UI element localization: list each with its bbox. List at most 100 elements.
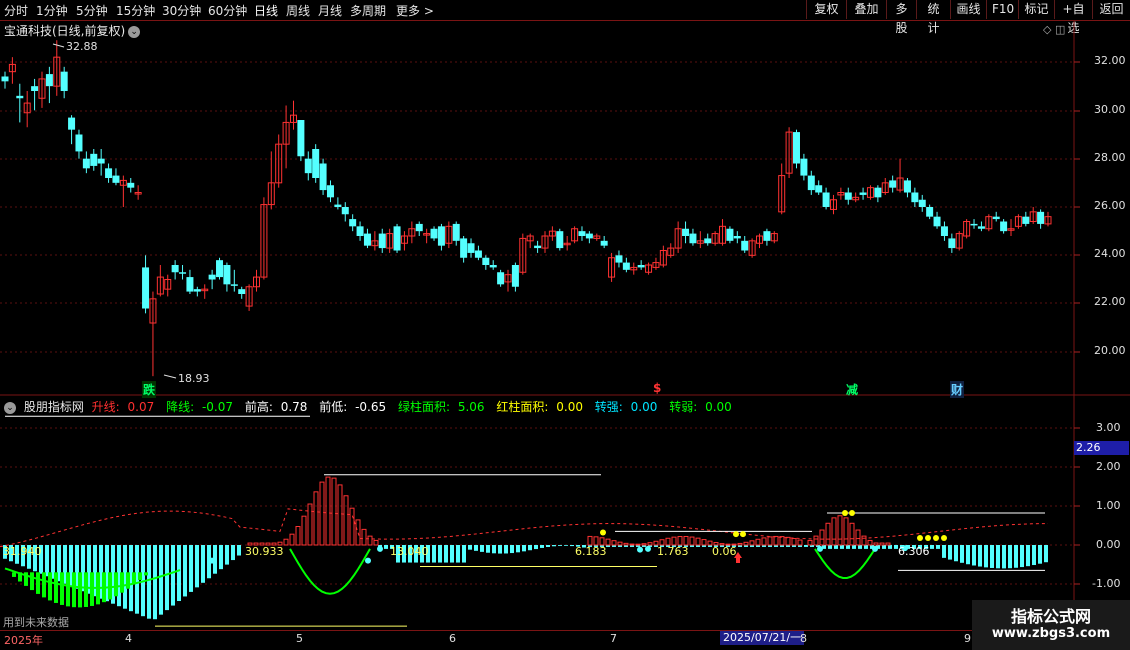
candlestick	[1037, 209, 1045, 229]
indicator-bar-positive	[307, 503, 313, 546]
candle-body	[526, 235, 534, 242]
tab-5min[interactable]: 5分钟	[76, 2, 108, 19]
event-tag-finance[interactable]: 财	[950, 381, 965, 398]
candlestick	[674, 221, 682, 253]
chevron-down-icon[interactable]: ⌄	[128, 25, 141, 38]
indicator-bar-positive	[283, 538, 289, 546]
indicator-bar-negative	[984, 545, 988, 568]
indicator-bar-positive	[623, 542, 629, 546]
candlestick	[763, 228, 771, 246]
event-tag-fall[interactable]: 跌	[142, 381, 157, 398]
indicator-bar-negative	[378, 545, 382, 549]
candle-body	[82, 158, 90, 169]
overlay-button[interactable]: 叠加	[846, 0, 886, 19]
diamond-icon[interactable]: ◇	[1043, 23, 1051, 36]
draw-line-button[interactable]: 画线	[950, 0, 986, 19]
add-watchlist-button[interactable]: +自选	[1054, 0, 1092, 35]
back-button[interactable]: 返回	[1092, 0, 1130, 19]
indicator-bar-green	[42, 572, 46, 598]
indicator-bar-positive	[807, 539, 813, 546]
candlestick	[733, 231, 741, 244]
high-pointer	[52, 43, 65, 48]
indicator-bar-negative	[606, 545, 610, 547]
indicator-bar-negative	[996, 545, 1000, 569]
candle-body	[105, 168, 113, 178]
kline-chart[interactable]	[0, 0, 1130, 650]
adjust-button[interactable]: 复权	[806, 0, 846, 19]
stats-button[interactable]: 统计	[916, 0, 950, 35]
candlestick	[289, 100, 297, 130]
tab-multi-period[interactable]: 多周期	[350, 2, 386, 19]
indicator-bar-positive	[885, 542, 891, 546]
candle-body	[193, 289, 201, 292]
candle-body	[437, 226, 445, 246]
indicator-bar-positive	[755, 538, 761, 546]
indicator-bar-positive	[701, 539, 707, 546]
tab-daily[interactable]: 日线	[254, 2, 278, 19]
candle-body	[748, 240, 756, 256]
indicator-bar-positive	[831, 517, 837, 546]
candlestick	[992, 211, 1000, 222]
candlestick	[423, 228, 431, 244]
indicator-bar-positive	[689, 536, 695, 546]
candlestick	[815, 180, 823, 195]
indicator-bar-negative	[990, 545, 994, 568]
candlestick	[645, 262, 653, 275]
legend-turn-weak: 转弱: 0.00	[669, 400, 736, 414]
candle-body	[571, 228, 579, 242]
candlestick	[386, 228, 394, 253]
tab-30min[interactable]: 30分钟	[162, 2, 201, 19]
stock-title: 宝通科技(日线,前复权) ⌄	[4, 22, 141, 39]
indicator-bar-negative	[432, 545, 436, 563]
candle-body	[1000, 221, 1008, 232]
indicator-bar-positive	[791, 538, 797, 546]
indicator-bar-positive	[593, 536, 599, 546]
candle-body	[201, 288, 209, 292]
candle-body	[356, 226, 364, 236]
candlestick	[1, 71, 9, 89]
indicator-bar-positive	[343, 495, 349, 546]
tab-1min[interactable]: 1分钟	[36, 2, 68, 19]
candlestick	[430, 226, 438, 241]
indicator-bar-negative	[117, 545, 121, 607]
tab-intraday[interactable]: 分时	[4, 2, 28, 19]
indicator-bar-negative	[690, 545, 694, 547]
legend-label: 降线:	[166, 400, 198, 414]
indicator-bar-positive	[873, 542, 879, 546]
watermark-url: www.zbgs3.com	[991, 626, 1111, 641]
indicator-bar-negative	[177, 545, 181, 602]
tab-more[interactable]: 更多 >	[396, 2, 434, 19]
candle-body	[445, 225, 453, 244]
event-tag-dollar[interactable]: $	[653, 381, 661, 395]
event-tag-reduce[interactable]: 减	[846, 381, 858, 398]
chevron-down-icon[interactable]: ⌄	[4, 401, 16, 414]
candle-body	[792, 132, 800, 164]
indicator-bar-negative	[618, 545, 622, 547]
indicator-bar-negative	[498, 545, 502, 554]
indicator-bar-negative	[960, 545, 964, 563]
tab-15min[interactable]: 15分钟	[116, 2, 155, 19]
candlestick	[193, 286, 201, 297]
indicator-bar-negative	[1032, 545, 1036, 566]
candlestick	[874, 185, 882, 203]
mark-button[interactable]: 标记	[1018, 0, 1054, 19]
candlestick	[378, 228, 386, 253]
multi-stock-button[interactable]: 多股	[886, 0, 916, 35]
tab-monthly[interactable]: 月线	[318, 2, 342, 19]
indicator-bar-positive	[767, 536, 773, 546]
candlestick	[637, 260, 645, 270]
candlestick	[778, 163, 786, 215]
indicator-bar-green	[24, 572, 28, 586]
tab-weekly[interactable]: 周线	[286, 2, 310, 19]
panel-toggle-icon[interactable]: ◫	[1055, 23, 1065, 36]
tab-60min[interactable]: 60分钟	[208, 2, 247, 19]
indicator-bar-positive	[367, 535, 373, 546]
candle-body	[289, 114, 297, 123]
indicator-bar-negative	[522, 545, 526, 552]
time-tick: 9	[964, 632, 971, 645]
f10-button[interactable]: F10	[986, 0, 1018, 19]
indicator-bar-green	[84, 572, 88, 607]
indicator-bar-negative	[99, 545, 103, 599]
indicator-legend: ⌄ 股朋指标网 升线: 0.07 降线: -0.07 前高: 0.78 前低: …	[4, 398, 740, 415]
candle-body	[770, 233, 778, 242]
